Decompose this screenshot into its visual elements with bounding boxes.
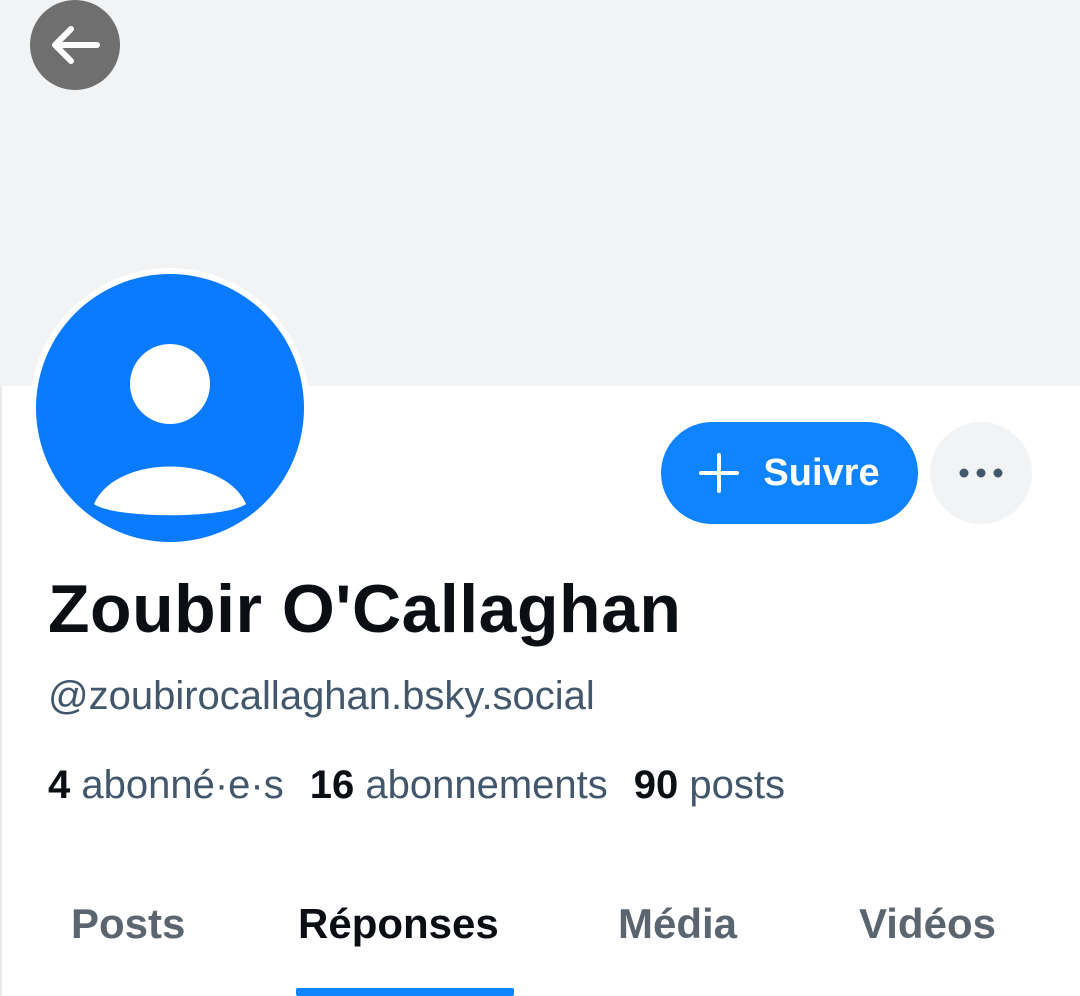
tab-videos[interactable]: Vidéos — [859, 900, 996, 948]
avatar[interactable] — [30, 268, 310, 548]
profile-handle: @zoubirocallaghan.bsky.social — [48, 674, 595, 718]
profile-page: Suivre Zoubir O'Callaghan @zoubirocallag… — [0, 0, 1080, 996]
active-tab-indicator — [296, 988, 514, 996]
followers-count: 4 — [48, 763, 71, 807]
posts-label: posts — [689, 763, 786, 807]
posts-count: 90 — [633, 763, 679, 807]
arrow-left-icon — [52, 26, 100, 64]
ellipsis-icon — [959, 468, 1003, 478]
following-count: 16 — [309, 763, 355, 807]
profile-stats: 4 abonné·e·s 16 abonnements 90 posts — [48, 763, 811, 808]
posts-stat: 90 posts — [634, 763, 785, 808]
followers-label: abonné·e·s — [81, 763, 284, 807]
more-options-button[interactable] — [930, 422, 1032, 524]
default-user-icon — [36, 274, 304, 542]
tab-posts[interactable]: Posts — [71, 900, 185, 948]
profile-tabs: Posts Réponses Média Vidéos — [0, 870, 1080, 996]
tab-media[interactable]: Média — [618, 900, 737, 948]
followers-stat[interactable]: 4 abonné·e·s — [48, 763, 284, 808]
back-button[interactable] — [30, 0, 120, 90]
display-name: Zoubir O'Callaghan — [48, 571, 682, 647]
tab-replies[interactable]: Réponses — [298, 900, 499, 948]
following-label: abonnements — [365, 763, 608, 807]
following-stat[interactable]: 16 abonnements — [310, 763, 608, 808]
plus-icon — [699, 453, 740, 493]
follow-button[interactable]: Suivre — [661, 422, 918, 524]
follow-button-label: Suivre — [763, 451, 880, 494]
